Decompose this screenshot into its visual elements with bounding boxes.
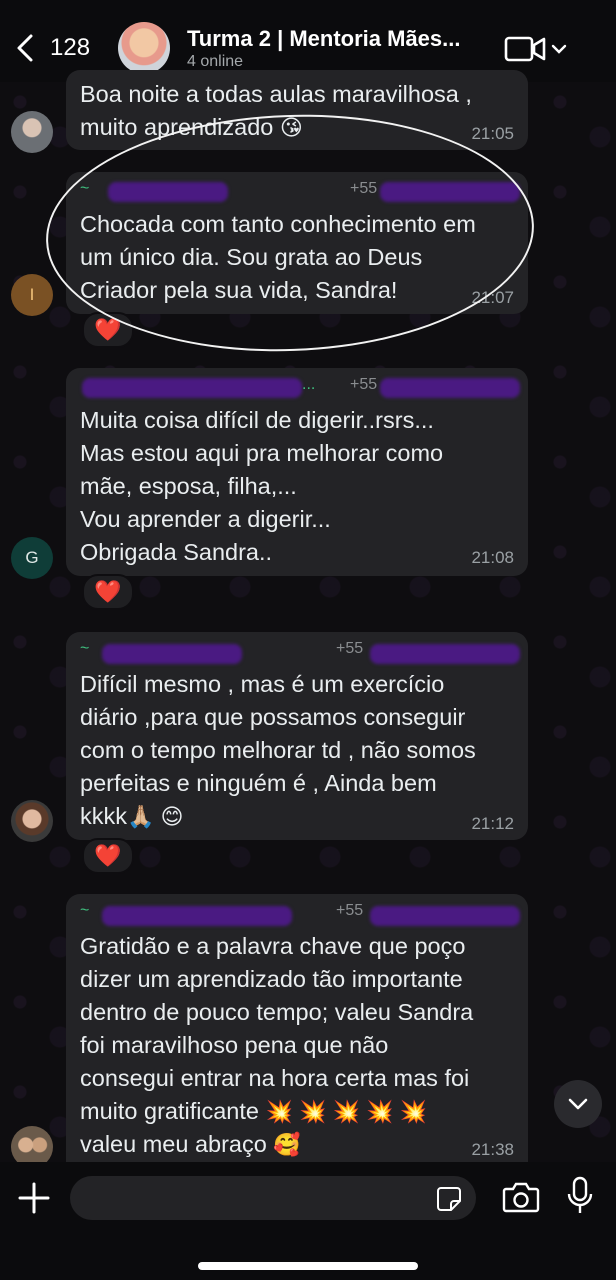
sender-row: ... +55 [80,376,520,400]
composer-bar [0,1162,616,1280]
emoji: 🙏🏼 😊 [127,804,184,829]
message-bubble[interactable]: Boa noite a todas aulas maravilhosa , mu… [66,70,528,150]
message-time: 21:08 [471,548,514,567]
sender-row: ~ +55 [80,180,520,204]
redaction-mark [380,182,520,202]
message-bubble[interactable]: ~ +55 Chocada com tanto conhecimento em … [66,172,528,314]
message-time: 21:12 [471,814,514,833]
home-indicator [198,1262,418,1270]
group-avatar[interactable] [118,22,170,74]
video-call-button[interactable] [504,32,570,66]
chevron-left-icon [17,34,33,62]
sender-row: ~ +55 [80,640,520,664]
sender-phone: +55 [336,640,364,657]
message-bubble[interactable]: ~ +55 Difícil mesmo , mas é um exercício… [66,632,528,840]
sender-phone: +55 [350,376,378,393]
redaction-mark [380,378,520,398]
online-status: 4 online [187,53,244,70]
redaction-mark [102,644,242,664]
message-bubble[interactable]: ... +55 Muita coisa difícil de digerir..… [66,368,528,576]
redaction-mark [370,644,520,664]
redaction-mark [370,906,520,926]
message-time: 21:05 [471,124,514,143]
camera-icon[interactable] [502,1180,540,1214]
reaction-heart[interactable]: ❤️ [82,838,134,874]
unread-count: 128 [50,34,91,61]
sticker-icon[interactable] [436,1186,462,1212]
message-text: Difícil mesmo , mas é um exercício diári… [80,671,476,829]
reaction-heart[interactable]: ❤️ [82,574,134,610]
message-text: Gratidão e a palavra chave que poço dize… [80,933,474,1157]
emoji: 😘 [279,115,303,140]
message-text: Muita coisa difícil de digerir..rsrs... … [80,407,444,565]
plus-icon[interactable] [16,1180,52,1216]
message-text: Chocada com tanto conhecimento em um úni… [80,211,476,303]
message-text: Boa noite a todas aulas maravilhosa , mu… [80,81,472,140]
message-input-box[interactable] [70,1176,476,1222]
redaction-mark [82,378,302,398]
scroll-to-bottom-button[interactable] [554,1080,602,1128]
avatar[interactable]: G [11,537,53,579]
sender-phone: +55 [336,902,364,919]
emoji: 🥰 [273,1132,301,1157]
avatar[interactable] [11,111,53,153]
message-bubble[interactable]: ~ +55 Gratidão e a palavra chave que poç… [66,894,528,1162]
message-time: 21:07 [471,288,514,307]
message-input[interactable] [86,1176,420,1222]
microphone-icon[interactable] [566,1176,594,1216]
chevron-down-icon [568,1098,588,1110]
redaction-mark [108,182,228,202]
avatar[interactable]: I [11,274,53,316]
back-button[interactable]: 128 [14,28,104,68]
group-title[interactable]: Turma 2 | Mentoria Mães... [187,26,461,52]
video-camera-icon [504,36,546,62]
reaction-heart[interactable]: ❤️ [82,312,134,348]
sender-row: ~ +55 [80,902,520,926]
sender-phone: +55 [350,180,378,197]
message-time: 21:38 [471,1140,514,1159]
chevron-down-icon [551,44,567,54]
emoji: 💥 💥 💥 💥 💥 [265,1099,427,1124]
avatar[interactable] [11,800,53,842]
redaction-mark [102,906,292,926]
